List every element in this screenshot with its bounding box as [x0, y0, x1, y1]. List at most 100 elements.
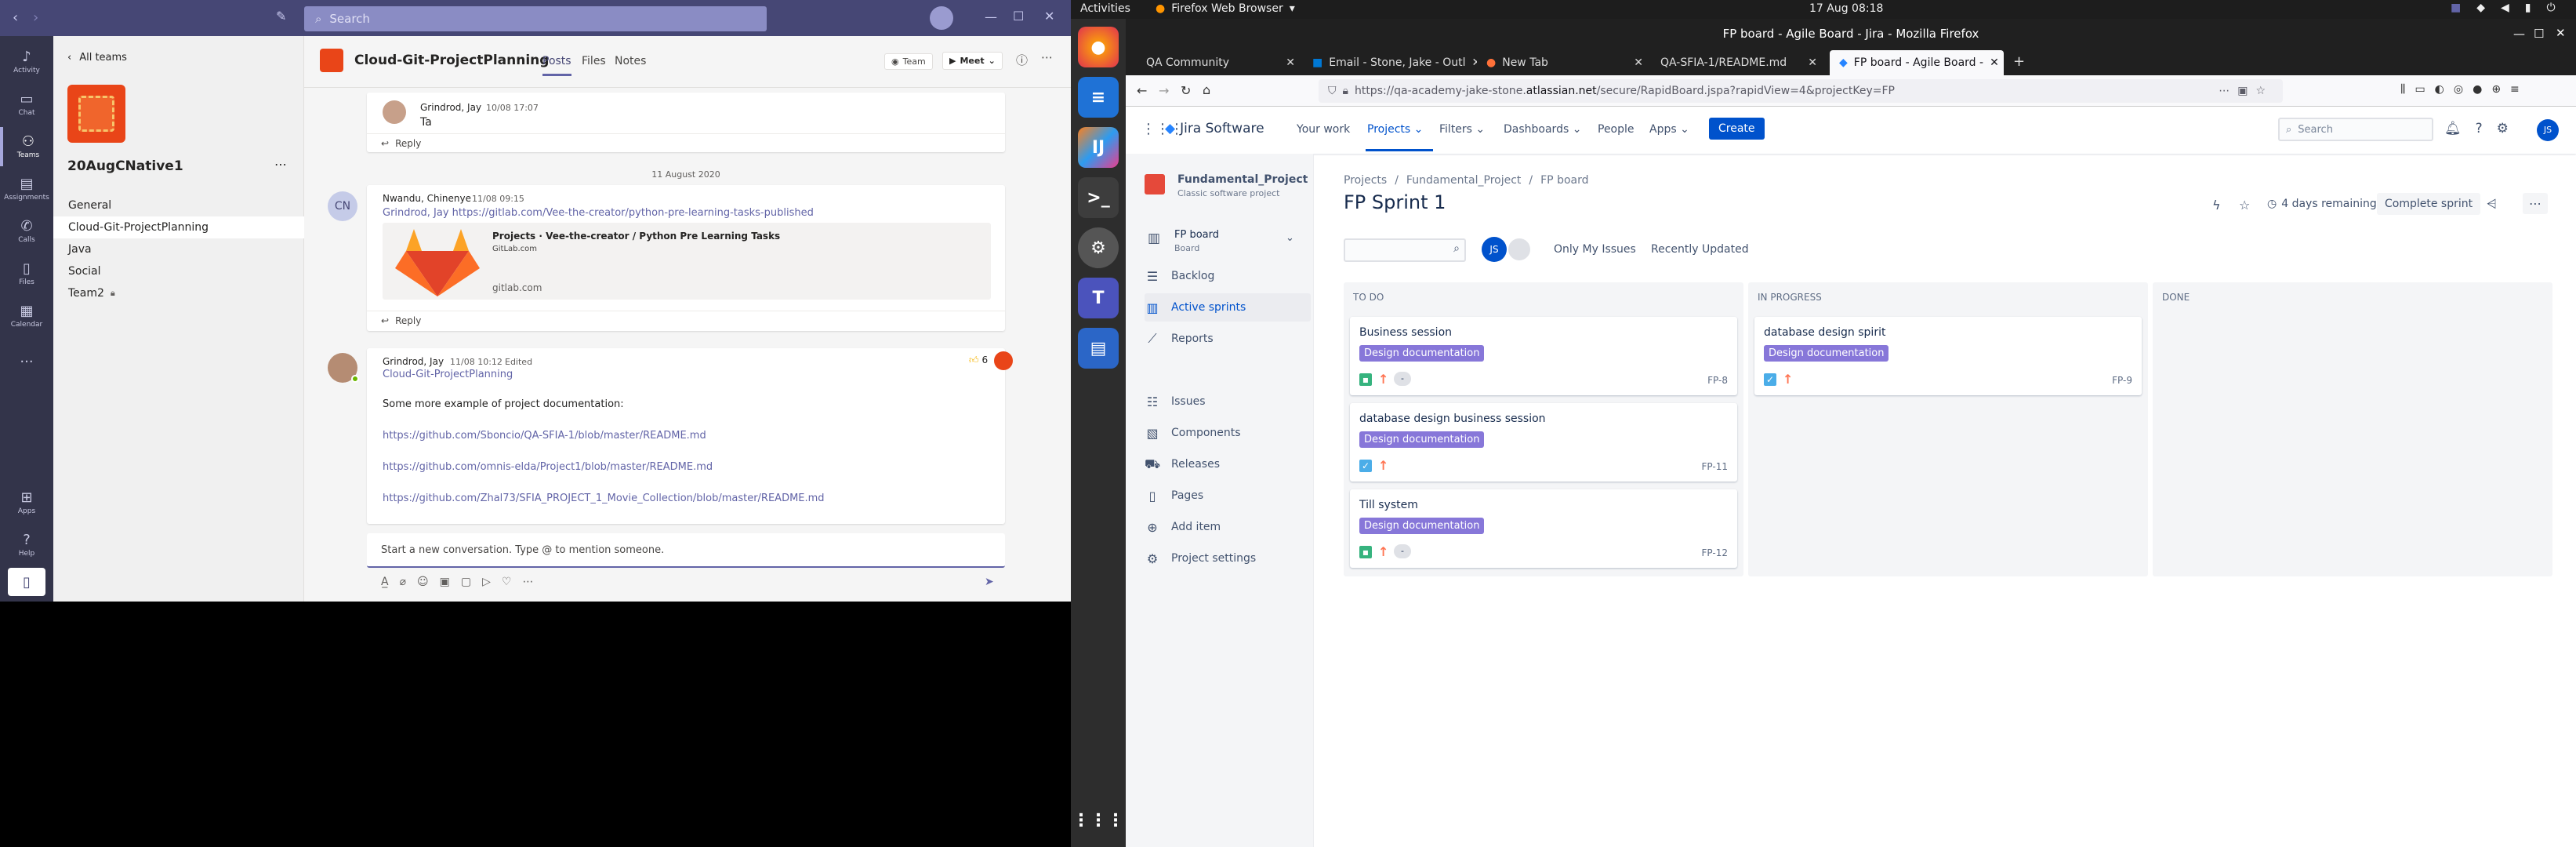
- reply-button[interactable]: ↩ Reply: [381, 315, 421, 326]
- help-icon[interactable]: ?: [2476, 121, 2483, 136]
- jira-top-actions[interactable]: 🔔︎? ⚙: [2444, 121, 2509, 136]
- close-icon[interactable]: ✕: [1044, 9, 1054, 24]
- show-apps-icon[interactable]: ⋮⋮⋮: [1072, 800, 1124, 841]
- channel-social[interactable]: Social: [53, 260, 304, 282]
- channel-cloud-git[interactable]: Cloud-Git-ProjectPlanning: [53, 216, 304, 238]
- attach-icon[interactable]: ⌀: [400, 576, 406, 588]
- meet-now-icon[interactable]: ▷: [482, 576, 491, 588]
- minimize-icon[interactable]: —: [2513, 27, 2525, 41]
- issue-card[interactable]: database design business session Design …: [1350, 403, 1737, 482]
- sidebar-item-backlog[interactable]: ☰ Backlog: [1145, 262, 1301, 290]
- channel-java[interactable]: Java: [53, 238, 304, 260]
- like-reaction[interactable]: 👍︎ 6: [969, 354, 988, 366]
- info-icon[interactable]: ⓘ: [1016, 52, 1028, 68]
- rail-teams[interactable]: ⚇ Teams: [0, 127, 53, 166]
- jira-search-input[interactable]: ⌕ Search: [2278, 118, 2433, 141]
- project-name[interactable]: Fundamental_Project: [1177, 173, 1308, 186]
- channel-link[interactable]: Cloud-Git-ProjectPlanning: [383, 369, 513, 380]
- libreoffice-dock-icon[interactable]: ▤: [1078, 328, 1119, 369]
- forward-icon[interactable]: →: [1159, 83, 1169, 98]
- terminal-dock-icon[interactable]: >_: [1078, 177, 1119, 218]
- filter-recently-updated[interactable]: Recently Updated: [1651, 243, 1749, 256]
- create-button[interactable]: Create: [1709, 118, 1765, 140]
- page-actions-icon[interactable]: ⋯▣☆: [2219, 85, 2273, 97]
- breadcrumb-project[interactable]: Fundamental_Project: [1406, 174, 1521, 187]
- nav-dashboards[interactable]: Dashboards ⌄: [1504, 123, 1581, 136]
- minimize-icon[interactable]: —: [985, 9, 997, 24]
- close-tab-icon[interactable]: ✕: [1286, 56, 1295, 69]
- board-selector[interactable]: ▥ FP board Board ⌄: [1145, 227, 1311, 259]
- new-chat-icon[interactable]: ✎: [276, 9, 286, 24]
- rail-help[interactable]: ? Help: [0, 525, 53, 565]
- sidebar-item-issues[interactable]: ☷ Issues: [1145, 387, 1301, 416]
- reply-button[interactable]: ↩ Reply: [381, 138, 421, 149]
- gif-icon[interactable]: ▣: [440, 576, 450, 588]
- rail-files[interactable]: ▯ Files: [0, 254, 53, 293]
- link-preview[interactable]: Projects · Vee-the-creator / Python Pre …: [383, 223, 991, 300]
- board-search-input[interactable]: ⌕: [1344, 238, 1466, 262]
- all-teams-link[interactable]: ‹ All teams: [67, 52, 127, 64]
- nav-apps[interactable]: Apps ⌄: [1649, 123, 1689, 136]
- app-menu[interactable]: ● Firefox Web Browser ▾: [1156, 2, 1295, 15]
- tab-posts[interactable]: Posts: [542, 55, 571, 76]
- board-more-icon[interactable]: ⋯: [2523, 193, 2548, 214]
- settings-icon[interactable]: ⚙: [2497, 121, 2509, 136]
- reload-icon[interactable]: ↻: [1181, 83, 1191, 98]
- emoji-icon[interactable]: ☺: [417, 576, 429, 588]
- tab-email[interactable]: ■ Email - Stone, Jake - Outl ✕: [1303, 50, 1477, 75]
- sidebar-item-components[interactable]: ▧ Components: [1145, 419, 1301, 447]
- system-tray[interactable]: ■ ◆ ◀ ▮ ⏻: [2451, 2, 2556, 14]
- send-icon[interactable]: ➤: [985, 576, 994, 588]
- sidebar-item-project-settings[interactable]: ⚙ Project settings: [1145, 544, 1301, 573]
- unassigned-avatar-icon[interactable]: [1507, 237, 1532, 262]
- channel-general[interactable]: General: [53, 194, 304, 216]
- avatar[interactable]: [930, 6, 953, 30]
- sidebar-item-reports[interactable]: ⟋ Reports: [1145, 325, 1301, 353]
- rail-activity[interactable]: ♪ Activity: [0, 42, 53, 82]
- jira-logo[interactable]: ◆ Jira Software: [1165, 121, 1264, 136]
- rail-more[interactable]: ...: [0, 339, 53, 378]
- rail-apps[interactable]: ⊞ Apps: [0, 483, 53, 522]
- lightning-icon[interactable]: ϟ: [2212, 198, 2221, 213]
- team-more-icon[interactable]: ⋯: [274, 157, 287, 172]
- settings-dock-icon[interactable]: ⚙: [1078, 227, 1119, 268]
- meet-button[interactable]: ▶ Meet ⌄: [942, 52, 1003, 70]
- tab-qa-community[interactable]: QA Community ✕: [1137, 50, 1303, 75]
- teams-dock-icon[interactable]: T: [1078, 278, 1119, 318]
- tab-readme[interactable]: QA-SFIA-1/README.md ✕: [1651, 50, 1825, 75]
- avatar[interactable]: JS: [2537, 119, 2559, 141]
- rail-assignments[interactable]: ▤ Assignments: [0, 169, 53, 209]
- share-icon[interactable]: ⩤: [2487, 196, 2497, 212]
- message-link[interactable]: https://github.com/Sboncio/QA-SFIA-1/blo…: [383, 430, 706, 442]
- nav-projects[interactable]: Projects ⌄: [1367, 123, 1423, 136]
- close-tab-icon[interactable]: ✕: [1634, 56, 1643, 69]
- rail-calls[interactable]: ✆ Calls: [0, 212, 53, 251]
- close-tab-icon[interactable]: ✕: [1990, 56, 1999, 69]
- filter-only-my-issues[interactable]: Only My Issues: [1554, 243, 1636, 256]
- channel-more-icon[interactable]: ⋯: [1041, 50, 1053, 64]
- issue-card[interactable]: database design spirit Design documentat…: [1754, 317, 2142, 395]
- channel-team2[interactable]: Team2 🔒︎: [53, 282, 304, 304]
- rail-chat[interactable]: ▭ Chat: [0, 85, 53, 124]
- issue-card[interactable]: Business session Design documentation ▪ …: [1350, 317, 1737, 395]
- new-tab-icon[interactable]: +: [2013, 53, 2025, 70]
- sidebar-item-releases[interactable]: ⛟ Releases: [1145, 450, 1301, 478]
- nav-people[interactable]: People: [1598, 123, 1634, 136]
- team-button[interactable]: ◉ Team: [884, 53, 933, 70]
- sidebar-item-pages[interactable]: ▯ Pages: [1145, 482, 1301, 510]
- back-icon[interactable]: ←: [1137, 83, 1147, 98]
- close-icon[interactable]: ✕: [2556, 26, 2566, 40]
- message-link[interactable]: https://github.com/omnis-elda/Project1/b…: [383, 461, 713, 473]
- sidebar-item-add-item[interactable]: ⊕ Add item: [1145, 513, 1301, 541]
- breadcrumb-projects[interactable]: Projects: [1344, 174, 1387, 187]
- praise-icon[interactable]: ♡: [502, 576, 512, 588]
- rail-calendar[interactable]: ▦ Calendar: [0, 296, 53, 336]
- more-options-icon[interactable]: ⋯: [522, 576, 533, 588]
- activities-button[interactable]: Activities: [1080, 2, 1130, 15]
- tab-new-tab[interactable]: ● New Tab ✕: [1477, 50, 1651, 75]
- home-icon[interactable]: ⌂: [1203, 82, 1210, 97]
- tab-fp-board[interactable]: ◆ FP board - Agile Board - ✕: [1830, 50, 2004, 75]
- nav-filters[interactable]: Filters ⌄: [1439, 123, 1485, 136]
- text-editor-dock-icon[interactable]: ≡: [1078, 77, 1119, 118]
- clock[interactable]: 17 Aug 08:18: [1809, 2, 1883, 15]
